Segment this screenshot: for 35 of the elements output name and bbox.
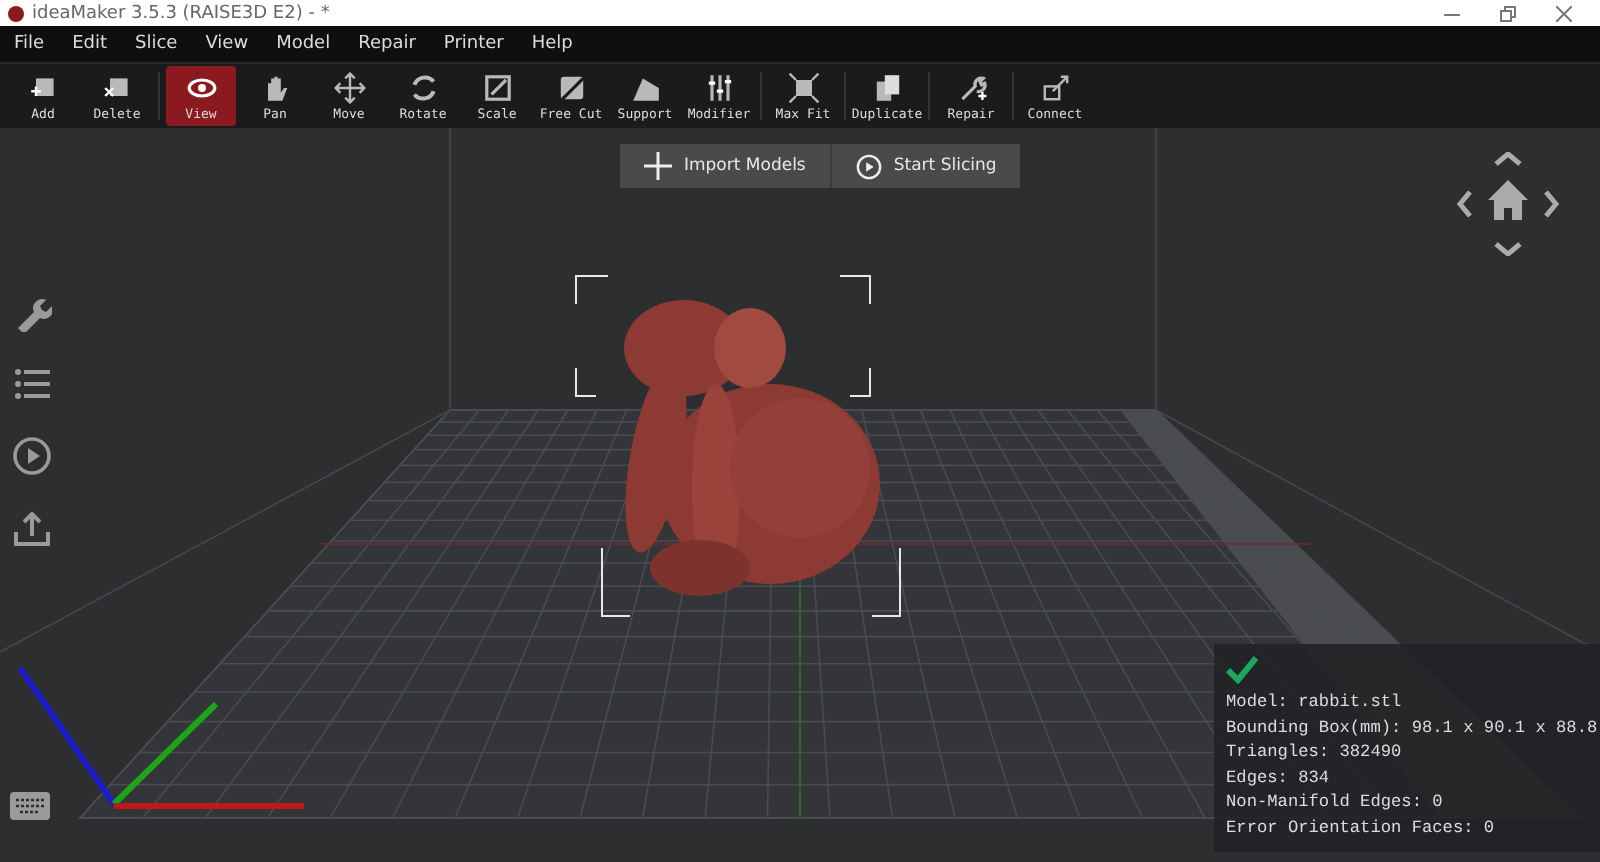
view-navigation-icon[interactable] <box>1456 152 1560 256</box>
duplicate-icon <box>871 71 903 103</box>
menu-item[interactable]: Printer <box>429 34 518 54</box>
play-circle-icon <box>855 153 882 179</box>
menu-item[interactable]: File <box>0 34 59 54</box>
model-info-line: Triangles: 382490 <box>1226 740 1404 765</box>
menu-item[interactable]: Model <box>262 34 345 54</box>
model-info-line: Error Orientation Faces: 0 <box>1226 815 1497 840</box>
import-button[interactable]: Import Models <box>620 144 830 188</box>
slice-button[interactable]: Start Slicing <box>829 144 1021 188</box>
check-icon <box>1226 656 1258 684</box>
cut-icon <box>555 71 587 103</box>
upload-icon[interactable] <box>12 508 52 548</box>
menu-item[interactable]: Help <box>517 34 587 54</box>
keyboard-icon[interactable] <box>10 792 50 820</box>
expand-icon <box>787 71 819 103</box>
model-info-line: Edges: 834 <box>1226 765 1332 790</box>
play-circle-icon[interactable] <box>12 436 52 476</box>
close-icon[interactable] <box>1556 5 1572 21</box>
menu-item[interactable]: Slice <box>121 34 192 54</box>
menu-item[interactable]: View <box>191 34 263 54</box>
rotate-icon <box>407 71 439 103</box>
model-info-line: Non-Manifold Edges: 0 <box>1226 790 1445 815</box>
menu-item[interactable]: Repair <box>344 34 430 54</box>
list-icon[interactable] <box>12 364 52 404</box>
model-info-line: Model: rabbit.stl <box>1226 690 1404 715</box>
app-logo-icon <box>8 5 24 21</box>
plus-icon <box>644 152 672 180</box>
menu-item[interactable]: Edit <box>58 34 121 54</box>
window-title: ideaMaker 3.5.3 (RAISE3D E2) - * <box>32 3 330 23</box>
scale-icon <box>481 71 513 103</box>
restore-icon[interactable] <box>1500 5 1516 21</box>
connect-icon <box>1039 71 1071 103</box>
move-arrows-icon <box>333 71 365 103</box>
sliders-icon <box>703 71 735 103</box>
